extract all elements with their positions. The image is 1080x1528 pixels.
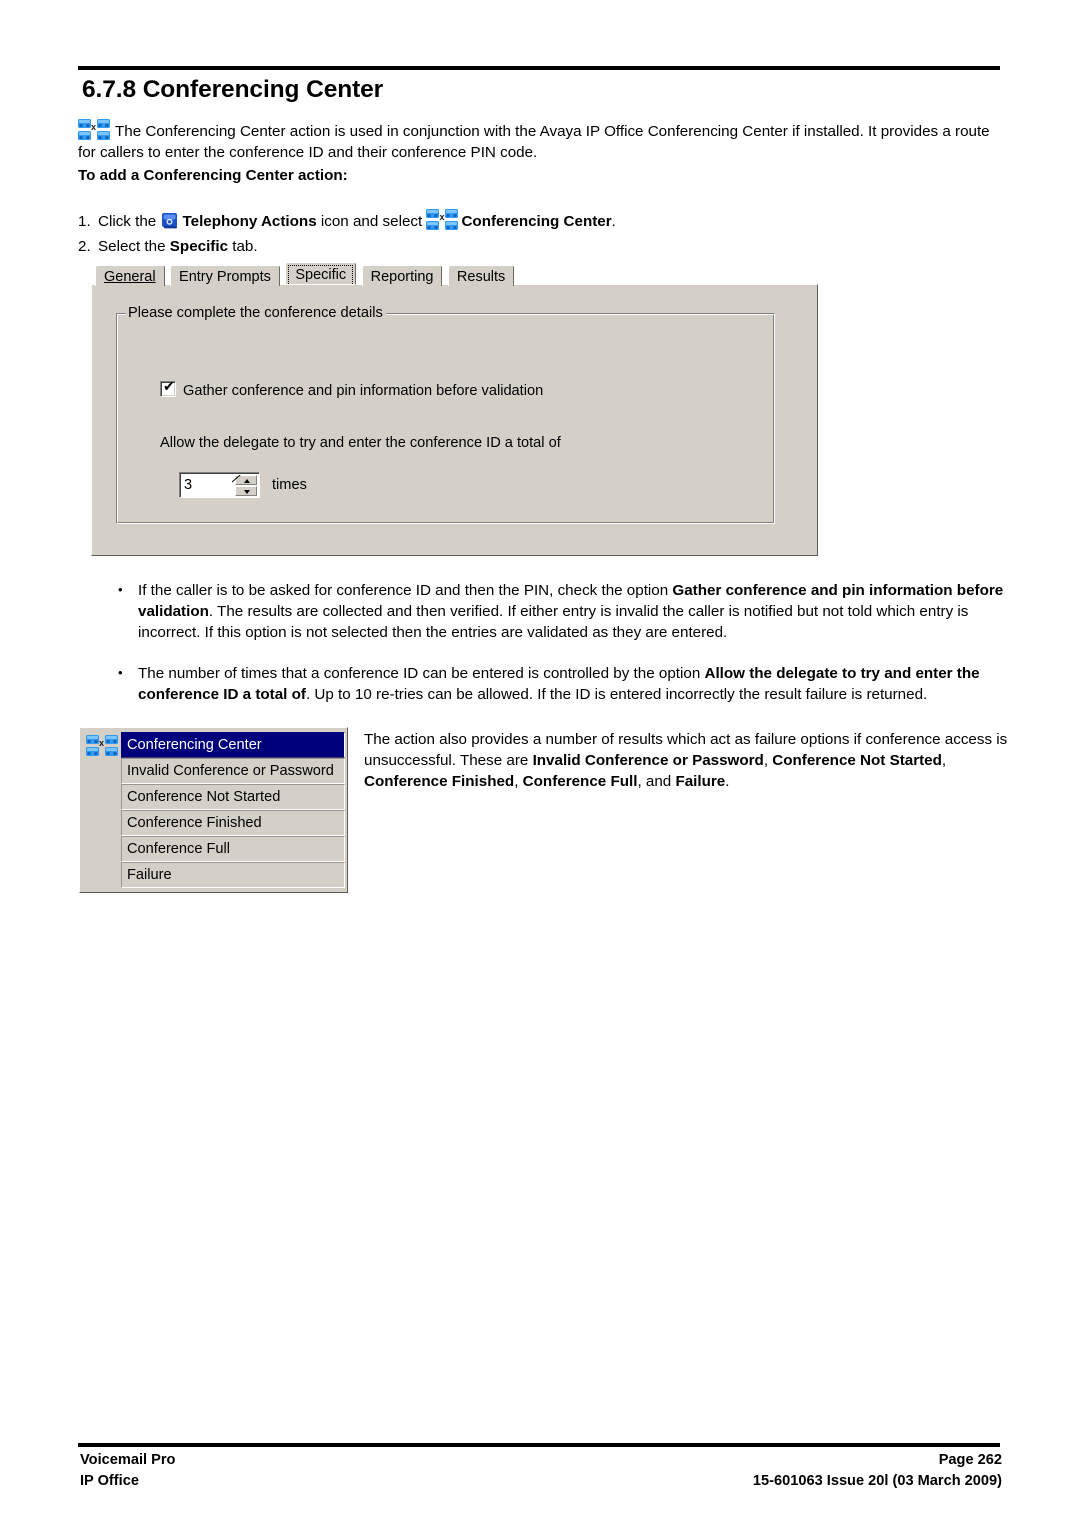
list-item[interactable]: Conference Not Started: [121, 784, 345, 810]
results-list-items: Conferencing Center Invalid Conference o…: [121, 732, 345, 888]
header-rule: [78, 66, 1000, 70]
conferencing-center-phones-icon-inline[interactable]: x: [426, 209, 459, 230]
explanation-bullets: If the caller is to be asked for confere…: [112, 579, 1010, 725]
allow-retries-label: Allow the delegate to try and enter the …: [160, 435, 561, 451]
conferencing-center-phones-icon-list: x: [86, 735, 120, 757]
conference-details-groupbox: Please complete the conference details ✔…: [116, 305, 775, 524]
results-para-seg6: .: [725, 773, 730, 790]
step-2-number: 2.: [78, 238, 91, 255]
spinner-buttons[interactable]: [235, 475, 257, 496]
chevron-up-icon: [244, 479, 250, 483]
footer-product-name: Voicemail Pro: [80, 1452, 176, 1468]
tab-general-label: General: [104, 269, 156, 285]
spinner-down-button[interactable]: [235, 486, 257, 496]
step-2: 2. Select the Specific tab.: [78, 237, 258, 257]
step-1-bold-telephony: Telephony Actions: [182, 213, 317, 230]
checkmark-icon: ✔: [163, 379, 175, 395]
tab-reporting[interactable]: Reporting: [361, 265, 443, 286]
results-para-seg5: , and: [637, 773, 676, 790]
page-title: 6.7.8 Conferencing Center: [82, 76, 384, 103]
results-para-seg3: ,: [941, 752, 947, 769]
results-para-bold1: Invalid Conference or Password: [532, 752, 764, 769]
bullet-2-seg2: . Up to 10 re-tries can be allowed. If t…: [305, 686, 928, 703]
step-1-text-before: Click the: [98, 213, 157, 230]
list-item[interactable]: Failure: [121, 862, 345, 888]
footer-product-line: IP Office: [80, 1473, 139, 1489]
retries-spinner[interactable]: 3: [179, 472, 260, 498]
results-para-seg4: ,: [514, 773, 523, 790]
step-2-text-before: Select the: [98, 238, 166, 255]
groupbox-legend: Please complete the conference details: [126, 305, 386, 322]
step-1-number: 1.: [78, 213, 91, 230]
x-marker: x: [439, 212, 445, 222]
step-2-text-after: tab.: [232, 238, 258, 255]
results-list-widget: x Conferencing Center Invalid Conference…: [79, 727, 348, 893]
bullet-retry-count: The number of times that a conference ID…: [112, 662, 1010, 705]
dialog-tabstrip: General Entry Prompts Specific Reporting…: [91, 262, 818, 286]
chevron-down-icon: [244, 490, 250, 494]
list-item[interactable]: Conferencing Center: [121, 732, 345, 758]
results-para-bold3: Conference Finished: [364, 773, 515, 790]
results-para-bold4: Conference Full: [522, 773, 638, 790]
telephony-actions-phone-icon[interactable]: [161, 211, 180, 230]
list-item[interactable]: Conference Finished: [121, 810, 345, 836]
retries-value: 3: [184, 477, 193, 493]
tab-general[interactable]: General: [95, 265, 165, 286]
gather-info-checkbox-row[interactable]: ✔ Gather conference and pin information b…: [160, 379, 544, 400]
step-1-period: .: [611, 213, 616, 230]
document-page: 6.7.8 Conferencing Center x The Conferen…: [0, 0, 1080, 1528]
step-1-text-middle: icon and select: [320, 213, 423, 230]
spinner-up-button[interactable]: [235, 475, 257, 485]
results-description-paragraph: The action also provides a number of res…: [364, 729, 1012, 792]
footer-document-id: 15-601063 Issue 20l (03 March 2009): [752, 1473, 1002, 1489]
results-para-bold2: Conference Not Started: [772, 752, 942, 769]
section-subheading: To add a Conferencing Center action:: [78, 167, 348, 184]
tab-entry-prompts-label: Entry Prompts: [179, 269, 271, 285]
tab-results[interactable]: Results: [447, 265, 515, 286]
conferencing-center-phones-icon: x: [78, 119, 112, 141]
bullet-1-seg2: . The results are collected and then ver…: [138, 603, 969, 641]
tab-results-label: Results: [456, 269, 506, 285]
bullet-1-seg1: If the caller is to be asked for confere…: [138, 582, 673, 599]
tab-specific[interactable]: Specific: [285, 262, 357, 285]
tab-specific-label: Specific: [295, 267, 347, 283]
list-item[interactable]: Conference Full: [121, 836, 345, 862]
specific-tab-dialog: General Entry Prompts Specific Reporting…: [91, 262, 818, 556]
step-1-bold-conferencing: Conferencing Center: [461, 213, 612, 230]
times-unit-label: times: [272, 477, 307, 493]
intro-paragraph: x The Conferencing Center action is used…: [78, 119, 1004, 163]
results-para-seg2: ,: [763, 752, 773, 769]
footer-right: Page 262 15-601063 Issue 20l (03 March 2…: [753, 1450, 1002, 1492]
intro-text: The Conferencing Center action is used i…: [78, 123, 990, 161]
step-2-bold-specific: Specific: [169, 238, 229, 255]
footer-page-number: Page 262: [938, 1452, 1002, 1468]
bullet-gather-info: If the caller is to be asked for confere…: [112, 579, 1010, 643]
footer-rule: [78, 1443, 1000, 1447]
retries-spinner-row: 3 times: [179, 472, 307, 498]
footer-left: Voicemail Pro IP Office: [80, 1450, 175, 1492]
bullet-2-seg1: The number of times that a conference ID…: [138, 665, 705, 682]
tab-entry-prompts[interactable]: Entry Prompts: [170, 265, 280, 286]
tab-reporting-label: Reporting: [370, 269, 434, 285]
list-item[interactable]: Invalid Conference or Password: [121, 758, 345, 784]
gather-info-checkbox-label: Gather conference and pin information be…: [183, 383, 544, 399]
step-1: 1. Click the Telephony Actions icon and s…: [78, 209, 616, 232]
x-marker: x: [91, 122, 97, 132]
dialog-body: Please complete the conference details ✔…: [91, 284, 818, 556]
results-para-bold5: Failure: [675, 773, 726, 790]
gather-info-checkbox[interactable]: ✔: [160, 379, 176, 397]
